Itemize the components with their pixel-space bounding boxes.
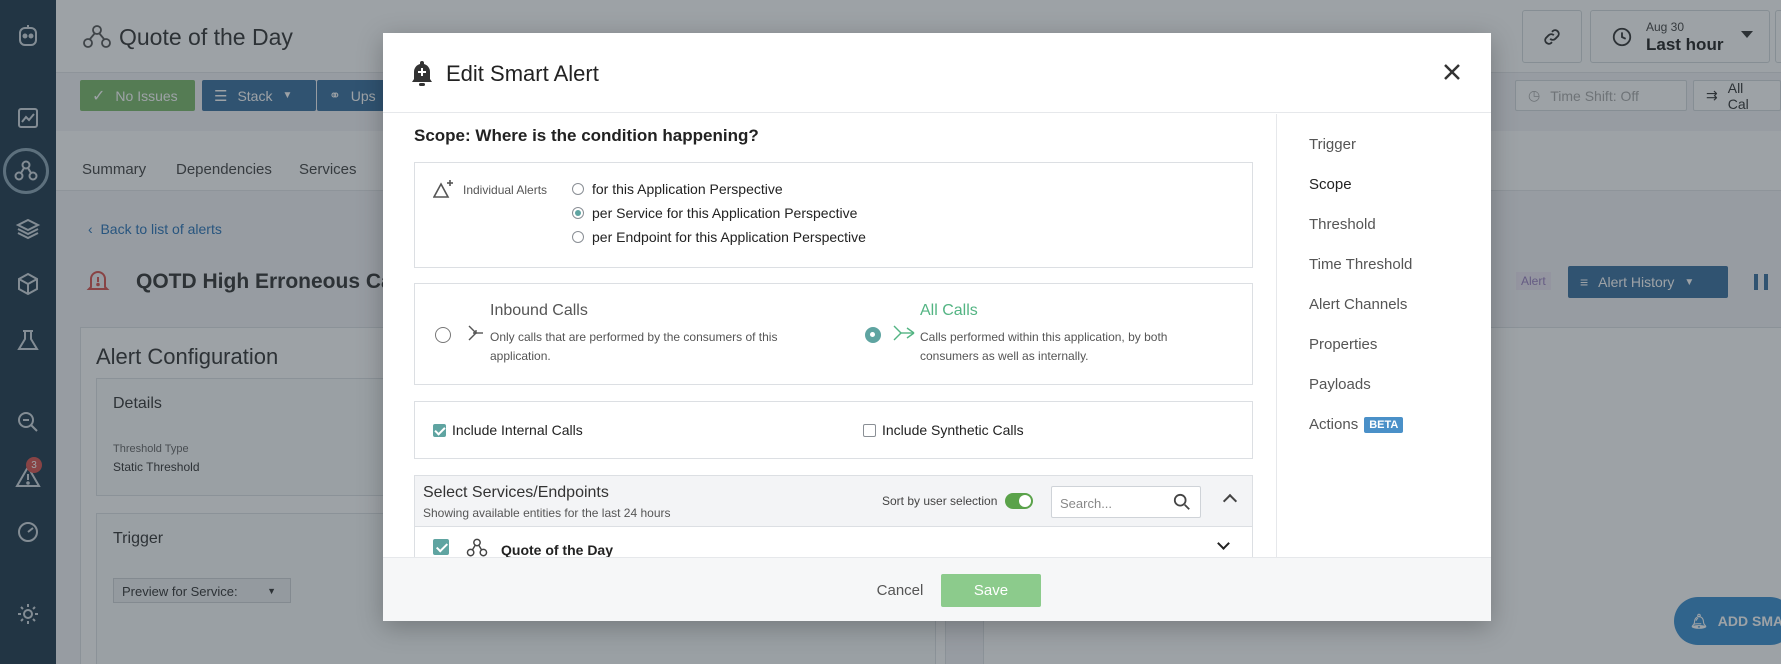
include-internal-checkbox[interactable] bbox=[433, 423, 446, 437]
radio-for-application[interactable] bbox=[572, 183, 584, 195]
radio-per-endpoint[interactable] bbox=[572, 231, 584, 243]
application-icon bbox=[466, 538, 488, 557]
side-nav-alert-channels[interactable]: Alert Channels bbox=[1309, 296, 1407, 313]
chevron-up-icon[interactable] bbox=[1222, 493, 1238, 509]
side-nav-trigger[interactable]: Trigger bbox=[1309, 136, 1356, 153]
close-icon[interactable] bbox=[1441, 61, 1463, 83]
modal-footer: Cancel Save bbox=[383, 557, 1491, 621]
radio-circle bbox=[435, 326, 451, 343]
search-input[interactable] bbox=[1060, 494, 1170, 512]
scope-heading: Scope: Where is the condition happening? bbox=[414, 126, 759, 145]
side-nav-threshold[interactable]: Threshold bbox=[1309, 216, 1376, 233]
option-label: per Endpoint for this Application Perspe… bbox=[592, 229, 866, 245]
option-for-application-perspective[interactable]: for this Application Perspective bbox=[572, 181, 783, 197]
all-calls-radio[interactable] bbox=[865, 326, 881, 344]
sort-by-selection: Sort by user selection bbox=[882, 493, 1034, 509]
include-internal-option[interactable]: Include Internal Calls bbox=[433, 422, 583, 438]
individual-alerts-label: Individual Alerts bbox=[463, 183, 548, 197]
sort-toggle[interactable] bbox=[1005, 493, 1034, 509]
edit-smart-alert-modal: Edit Smart Alert Scope: Where is the con… bbox=[383, 33, 1491, 621]
list-item[interactable]: Quote of the Day bbox=[415, 526, 1252, 557]
side-nav-actions[interactable]: Actions BETA bbox=[1309, 416, 1404, 434]
modal-side-nav: Trigger Scope Threshold Time Threshold A… bbox=[1276, 114, 1491, 557]
individual-alerts-box: Individual Alerts for this Application P… bbox=[414, 162, 1253, 268]
side-nav-time-threshold[interactable]: Time Threshold bbox=[1309, 256, 1412, 273]
search-field[interactable] bbox=[1051, 486, 1201, 518]
save-button[interactable]: Save bbox=[941, 574, 1041, 607]
select-services-box: Select Services/Endpoints Showing availa… bbox=[414, 475, 1253, 557]
option-per-service[interactable]: per Service for this Application Perspec… bbox=[572, 205, 857, 221]
select-services-subtitle: Showing available entities for the last … bbox=[423, 506, 671, 520]
all-calls-description: Calls performed within this application,… bbox=[920, 330, 1168, 363]
option-per-endpoint[interactable]: per Endpoint for this Application Perspe… bbox=[572, 229, 866, 245]
modal-header: Edit Smart Alert bbox=[383, 33, 1491, 113]
triangle-plus-icon bbox=[432, 179, 455, 199]
include-options-box: Include Internal Calls Include Synthetic… bbox=[414, 401, 1253, 459]
sort-label: Sort by user selection bbox=[882, 494, 998, 508]
row-checkbox[interactable] bbox=[433, 539, 449, 555]
inbound-calls-description: Only calls that are performed by the con… bbox=[490, 330, 778, 363]
include-synthetic-checkbox[interactable] bbox=[863, 423, 876, 437]
include-synthetic-label: Include Synthetic Calls bbox=[882, 422, 1024, 438]
include-internal-label: Include Internal Calls bbox=[452, 422, 583, 438]
select-services-title: Select Services/Endpoints bbox=[423, 484, 609, 501]
inbound-calls-radio[interactable] bbox=[435, 326, 451, 344]
include-synthetic-option[interactable]: Include Synthetic Calls bbox=[863, 422, 1024, 438]
radio-circle bbox=[865, 326, 881, 343]
radio-per-service[interactable] bbox=[572, 207, 584, 219]
cancel-button[interactable]: Cancel bbox=[860, 574, 940, 606]
option-label: per Service for this Application Perspec… bbox=[592, 205, 858, 221]
search-icon[interactable] bbox=[1173, 493, 1191, 511]
option-label: for this Application Perspective bbox=[592, 181, 783, 197]
side-nav-scope[interactable]: Scope bbox=[1309, 176, 1352, 193]
inbound-calls-icon bbox=[467, 324, 485, 342]
bell-plus-icon bbox=[409, 59, 435, 87]
side-nav-properties[interactable]: Properties bbox=[1309, 336, 1377, 353]
beta-badge: BETA bbox=[1364, 417, 1404, 434]
modal-title: Edit Smart Alert bbox=[446, 61, 599, 86]
side-nav-payloads[interactable]: Payloads bbox=[1309, 376, 1371, 393]
chevron-down-icon[interactable] bbox=[1217, 537, 1230, 550]
modal-body: Scope: Where is the condition happening?… bbox=[383, 114, 1276, 557]
row-label: Quote of the Day bbox=[501, 542, 614, 557]
side-nav-actions-label: Actions bbox=[1309, 416, 1359, 433]
all-calls-icon bbox=[892, 324, 916, 342]
call-type-box: Inbound Calls Only calls that are perfor… bbox=[414, 283, 1253, 385]
all-calls-title: All Calls bbox=[920, 302, 978, 319]
inbound-calls-title: Inbound Calls bbox=[490, 302, 588, 319]
